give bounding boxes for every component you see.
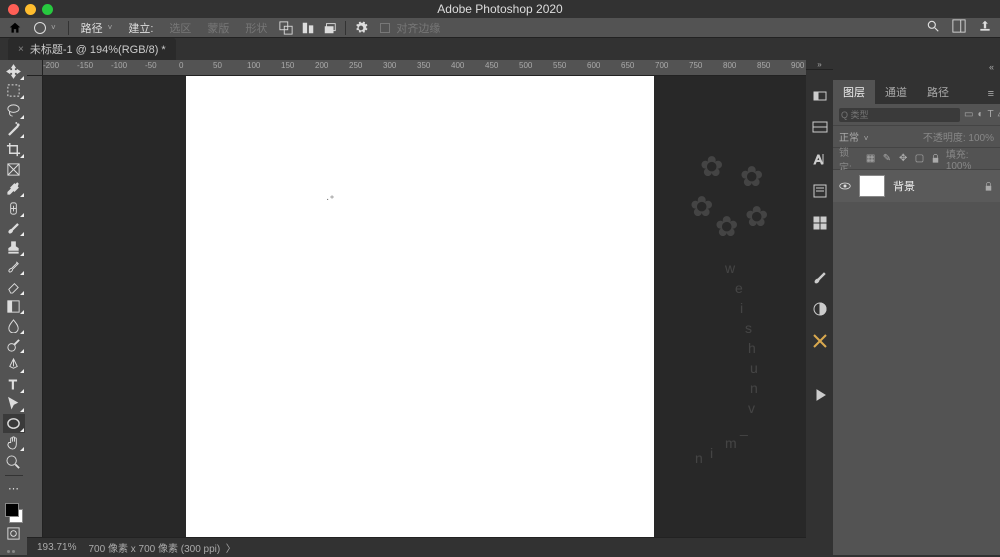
panel-menu-icon[interactable]: ≡ [982,84,1000,104]
blur-tool[interactable] [3,316,25,335]
move-tool[interactable] [3,62,25,81]
tab-paths[interactable]: 路径 [917,80,959,104]
minimize-window-button[interactable] [25,4,36,15]
collapsed-panels: » A [806,60,833,555]
swatches-panel-icon[interactable] [811,118,829,136]
layer-row[interactable]: 背景 [833,170,1000,202]
pen-tool[interactable] [3,355,25,374]
canvas-area: -200-150-100-500501001502002503003504004… [27,60,806,555]
make-mask-button[interactable]: 蒙版 [203,18,233,38]
lasso-tool[interactable] [3,101,25,120]
cursor-indicator: ·⁺ [326,194,335,205]
zoom-tool[interactable] [3,453,25,472]
canvas-viewport[interactable]: ·⁺ [43,76,806,555]
wand-tool[interactable] [3,121,25,140]
quickmask-icon[interactable] [3,524,25,543]
path-align-icon[interactable] [301,21,315,35]
eyedropper-tool[interactable] [3,179,25,198]
align-edges-checkbox[interactable]: 对齐边缘 [376,18,444,38]
blend-mode-dropdown[interactable]: 正常 ˅ [839,129,868,144]
character-panel-icon[interactable]: A [811,150,829,168]
brush-tool[interactable] [3,219,25,238]
layers-panel: « 图层 通道 路径 ≡ ▭ ◐ T ▱ ◫ 正常 ˅ 不透明度: 100% 锁… [833,60,1000,555]
marquee-tool[interactable] [3,82,25,101]
path-ops-icon[interactable] [279,21,293,35]
visibility-icon[interactable] [839,180,851,192]
horizontal-ruler[interactable]: -200-150-100-500501001502002503003504004… [27,60,806,76]
filter-image-icon[interactable]: ▭ [964,108,973,121]
svg-text:A: A [814,152,823,167]
filter-adjust-icon[interactable]: ◐ [977,108,983,121]
close-window-button[interactable] [8,4,19,15]
lock-all-icon[interactable] [930,152,942,165]
dodge-tool[interactable] [3,336,25,355]
document-tab[interactable]: × 未标题-1 @ 194%(RGB/8) * [8,38,176,60]
stamp-tool[interactable] [3,238,25,257]
doc-info[interactable]: 700 像素 x 700 像素 (300 ppi) 〉 [88,540,235,555]
workspace-icon[interactable] [952,19,966,36]
adjustments-panel-icon[interactable] [811,300,829,318]
path-select-tool[interactable] [3,395,25,414]
layer-thumbnail[interactable] [859,175,885,197]
zoom-level[interactable]: 193.71% [37,542,76,553]
lock-icon [983,181,994,192]
styles-panel-icon[interactable] [811,332,829,350]
status-bar: 193.71% 700 像素 x 700 像素 (300 ppi) 〉 [27,537,806,557]
search-icon[interactable] [926,19,940,36]
hand-tool[interactable] [3,434,25,453]
lock-position-icon[interactable]: ✥ [897,152,909,165]
tab-close-icon[interactable]: × [18,44,24,55]
properties-panel-icon[interactable] [811,214,829,232]
lock-artboard-icon[interactable]: ▢ [913,152,925,165]
maximize-window-button[interactable] [42,4,53,15]
document-tabs: × 未标题-1 @ 194%(RGB/8) * [0,38,1000,60]
ellipse-icon [34,22,46,34]
tab-layers[interactable]: 图层 [833,80,875,104]
history-brush-tool[interactable] [3,258,25,277]
make-selection-button[interactable]: 选区 [165,18,195,38]
shape-tool[interactable] [3,414,25,433]
tab-channels[interactable]: 通道 [875,80,917,104]
window-controls [8,4,53,15]
actions-panel-icon[interactable] [811,386,829,404]
make-label: 建立: [124,18,157,38]
crop-tool[interactable] [3,140,25,159]
panel-collapse-icon[interactable]: « [833,60,1000,80]
filter-type-icon[interactable]: T [988,108,994,121]
eraser-tool[interactable] [3,277,25,296]
mode-dropdown[interactable]: 路径˅ [77,18,117,38]
make-shape-button[interactable]: 形状 [241,18,271,38]
frame-tool[interactable] [3,160,25,179]
healing-tool[interactable] [3,199,25,218]
paragraph-panel-icon[interactable] [811,182,829,200]
color-panel-icon[interactable] [811,86,829,104]
layer-filter-input[interactable] [839,108,960,122]
edit-toolbar-icon[interactable]: ⋯ [3,480,25,499]
lock-pixels-icon[interactable]: ✎ [881,152,893,165]
layer-name[interactable]: 背景 [893,178,975,194]
vertical-ruler[interactable] [27,76,43,555]
path-arrange-icon[interactable] [323,21,337,35]
title-bar: Adobe Photoshop 2020 [0,0,1000,18]
svg-text:T: T [9,377,17,392]
options-bar: ˅ 路径˅ 建立: 选区 蒙版 形状 对齐边缘 [0,18,1000,38]
color-swatch[interactable] [3,503,25,523]
tab-title: 未标题-1 @ 194%(RGB/8) * [30,41,166,57]
home-icon[interactable] [8,21,22,35]
fg-color[interactable] [5,503,19,517]
document-canvas[interactable] [186,76,654,555]
type-tool[interactable]: T [3,375,25,394]
screen-mode-icon[interactable] [7,550,21,555]
tool-preset[interactable]: ˅ [30,20,60,36]
gear-icon[interactable] [354,21,368,35]
share-icon[interactable] [978,19,992,36]
gradient-tool[interactable] [3,297,25,316]
lock-transparency-icon[interactable]: ▦ [864,152,876,165]
tool-palette: T ⋯ [0,60,27,555]
brushes-panel-icon[interactable] [811,268,829,286]
